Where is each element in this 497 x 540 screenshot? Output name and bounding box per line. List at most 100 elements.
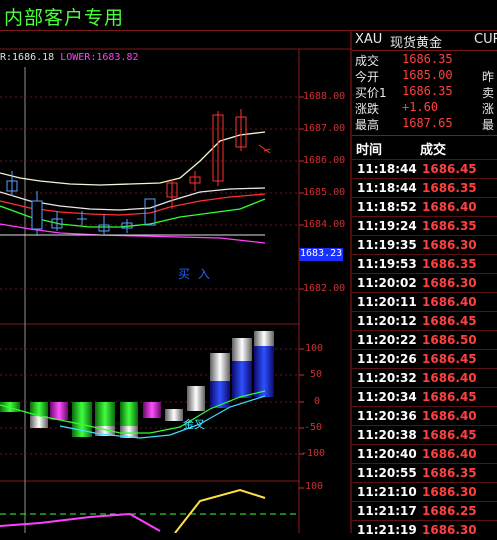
quote-label: 涨跌 bbox=[355, 102, 380, 116]
tick-row[interactable]: 11:21:17 1686.25 bbox=[352, 501, 497, 521]
ticks-time-header: 时间 bbox=[356, 143, 383, 158]
indicator-info: R:1686.18 LOWER:1683.82 bbox=[0, 52, 139, 63]
divider bbox=[352, 50, 497, 51]
quote-value: 1686.35 bbox=[402, 84, 453, 98]
tick-price: 1686.45 bbox=[422, 428, 477, 442]
tick-price: 1686.30 bbox=[422, 276, 477, 290]
tick-row[interactable]: 11:20:11 1686.40 bbox=[352, 292, 497, 312]
price-tick: 1682.00 bbox=[303, 283, 346, 294]
quote-label: 今开 bbox=[355, 70, 380, 84]
tick-time: 11:20:12 bbox=[357, 314, 417, 328]
tick-row[interactable]: 11:21:19 1686.30 bbox=[352, 520, 497, 540]
bottom-tick: 100 bbox=[305, 481, 324, 492]
tick-time: 11:20:40 bbox=[357, 447, 417, 461]
tick-price: 1686.45 bbox=[422, 162, 477, 176]
quote-value: 1686.35 bbox=[402, 52, 453, 66]
tick-time: 11:21:17 bbox=[357, 504, 417, 518]
tick-row[interactable]: 11:20:38 1686.45 bbox=[352, 425, 497, 445]
osc-tick: -100 bbox=[301, 448, 326, 459]
tick-time: 11:20:36 bbox=[357, 409, 417, 423]
tick-price: 1686.40 bbox=[422, 409, 477, 423]
bottom-yellow-line bbox=[174, 488, 266, 533]
quote-value: 1685.00 bbox=[402, 68, 453, 82]
price-gridlines bbox=[0, 96, 299, 290]
tick-row[interactable]: 11:20:22 1686.50 bbox=[352, 330, 497, 350]
indicator-mid-value: R:1686.18 bbox=[0, 52, 55, 63]
price-tick: 1686.00 bbox=[303, 155, 346, 166]
current-price-label: 1683.23 bbox=[300, 248, 343, 259]
tick-time: 11:19:35 bbox=[357, 238, 417, 252]
quote-label: 成交 bbox=[355, 54, 380, 68]
divider bbox=[352, 135, 497, 136]
tick-price: 1686.35 bbox=[422, 466, 477, 480]
tick-row[interactable]: 11:21:10 1686.30 bbox=[352, 482, 497, 502]
tick-price: 1686.40 bbox=[422, 200, 477, 214]
candles bbox=[6, 109, 271, 236]
quote-cut-label: 最 bbox=[482, 118, 495, 132]
tick-time: 11:20:34 bbox=[357, 390, 417, 404]
osc-tick: 100 bbox=[305, 343, 324, 354]
tick-row[interactable]: 11:20:34 1686.45 bbox=[352, 387, 497, 407]
tick-time: 11:20:11 bbox=[357, 295, 417, 309]
tick-time: 11:20:32 bbox=[357, 371, 417, 385]
tick-price: 1686.30 bbox=[422, 523, 477, 537]
quote-value: 1687.65 bbox=[402, 116, 453, 130]
buy-signal-label: 买 入 bbox=[178, 267, 212, 281]
tick-row[interactable]: 11:18:52 1686.40 bbox=[352, 197, 497, 217]
tick-time: 11:18:44 bbox=[357, 181, 417, 195]
tick-price: 1686.45 bbox=[422, 314, 477, 328]
tick-price: 1686.45 bbox=[422, 390, 477, 404]
tick-price: 1686.40 bbox=[422, 295, 477, 309]
indicator-lower-value: LOWER:1683.82 bbox=[60, 52, 139, 63]
tick-row[interactable]: 11:20:55 1686.35 bbox=[352, 463, 497, 483]
tick-time: 11:21:19 bbox=[357, 523, 417, 537]
tick-time: 11:20:26 bbox=[357, 352, 417, 366]
quote-cut-label: 涨 bbox=[482, 102, 495, 116]
tick-row[interactable]: 11:20:02 1686.30 bbox=[352, 273, 497, 293]
quote-symbol: XAU bbox=[355, 32, 383, 47]
upper-band-line bbox=[0, 131, 266, 186]
tick-row[interactable]: 11:20:12 1686.45 bbox=[352, 311, 497, 331]
golden-cross-label: 金叉 bbox=[183, 418, 205, 431]
quote-label: 最高 bbox=[355, 118, 380, 132]
quote-cut-label: 卖 bbox=[482, 86, 495, 100]
tick-time: 11:19:53 bbox=[357, 257, 417, 271]
window-title-bar: 内部客户专用 bbox=[0, 0, 497, 30]
tick-row[interactable]: 11:18:44 1686.45 bbox=[352, 159, 497, 179]
tick-time: 11:20:38 bbox=[357, 428, 417, 442]
quote-value: +1.60 bbox=[402, 100, 439, 114]
tick-time: 11:20:02 bbox=[357, 276, 417, 290]
tick-row[interactable]: 11:20:36 1686.40 bbox=[352, 406, 497, 426]
tick-row[interactable]: 11:18:44 1686.35 bbox=[352, 178, 497, 198]
price-tick: 1685.00 bbox=[303, 187, 346, 198]
price-tick: 1684.00 bbox=[303, 219, 346, 230]
quote-name: 现货黄金 bbox=[390, 36, 443, 51]
tick-price: 1686.35 bbox=[422, 257, 477, 271]
tick-price: 1686.35 bbox=[422, 181, 477, 195]
tick-time: 11:18:52 bbox=[357, 200, 417, 214]
tick-price: 1686.30 bbox=[422, 238, 477, 252]
price-tick: 1688.00 bbox=[303, 91, 346, 102]
ticks-price-header: 成交 bbox=[420, 143, 447, 158]
tick-time: 11:20:55 bbox=[357, 466, 417, 480]
tick-row[interactable]: 11:20:32 1686.40 bbox=[352, 368, 497, 388]
tick-price: 1686.40 bbox=[422, 371, 477, 385]
tick-row[interactable]: 11:19:24 1686.35 bbox=[352, 216, 497, 236]
bottom-magenta-line bbox=[0, 512, 161, 532]
oscillator-bars bbox=[0, 331, 274, 438]
price-tick: 1687.00 bbox=[303, 123, 346, 134]
osc-tick: -50 bbox=[304, 422, 323, 433]
tick-time: 11:20:22 bbox=[357, 333, 417, 347]
tick-row[interactable]: 11:19:53 1686.35 bbox=[352, 254, 497, 274]
tick-row[interactable]: 11:19:35 1686.30 bbox=[352, 235, 497, 255]
tick-time: 11:21:10 bbox=[357, 485, 417, 499]
quote-name-cut: CUR bbox=[474, 32, 497, 47]
window-title: 内部客户专用 bbox=[4, 7, 125, 29]
tick-row[interactable]: 11:20:40 1686.40 bbox=[352, 444, 497, 464]
tick-price: 1686.40 bbox=[422, 447, 477, 461]
chart-panel[interactable] bbox=[0, 31, 352, 533]
tick-time: 11:19:24 bbox=[357, 219, 417, 233]
tick-list[interactable]: 11:18:44 1686.45 11:18:44 1686.35 11:18:52 16… bbox=[352, 159, 497, 537]
tick-price: 1686.25 bbox=[422, 504, 477, 518]
tick-row[interactable]: 11:20:26 1686.45 bbox=[352, 349, 497, 369]
